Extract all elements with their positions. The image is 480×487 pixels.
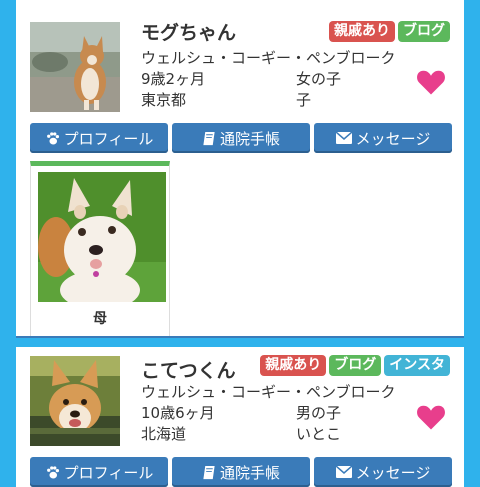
dog-age: 10歳6ヶ月 [141, 404, 215, 422]
clinic-notebook-label: 通院手帳 [219, 463, 280, 482]
book-icon [203, 465, 215, 479]
dog-relation: 子 [296, 91, 312, 109]
dog-card: こてつくん 親戚あり ブログ インスタ ウェルシュ・コーギー・ペンブローク 10… [16, 347, 464, 487]
message-label: メッセージ [355, 463, 431, 482]
dog-info: ウェルシュ・コーギー・ペンブローク 9歳2ヶ月 女の子 東京都 子 [141, 48, 396, 111]
book-icon [203, 131, 215, 145]
dog-card: モグちゃん 親戚あり ブログ ウェルシュ・コーギー・ペンブローク 9歳2ヶ月 女… [16, 0, 464, 338]
dog-gender: 男の子 [296, 404, 342, 422]
paw-icon [46, 131, 59, 144]
message-button[interactable]: メッセージ [314, 457, 452, 487]
dog-photo[interactable] [30, 356, 120, 446]
family-relation-label: 母 [93, 311, 107, 327]
profile-button[interactable]: プロフィール [30, 123, 168, 153]
divider [16, 336, 464, 338]
dog-name[interactable]: モグちゃん [141, 18, 236, 45]
dog-location: 東京都 [141, 91, 187, 109]
envelope-icon [335, 466, 352, 478]
clinic-notebook-button[interactable]: 通院手帳 [172, 123, 310, 153]
message-button[interactable]: メッセージ [314, 123, 452, 153]
blog-badge[interactable]: ブログ [398, 21, 450, 42]
profile-label: プロフィール [63, 129, 154, 148]
clinic-notebook-label: 通院手帳 [219, 129, 280, 148]
dog-name[interactable]: こてつくん [141, 356, 236, 383]
action-buttons: プロフィール 通院手帳 メッセージ [30, 457, 452, 487]
dog-breed: ウェルシュ・コーギー・ペンブローク [141, 383, 396, 401]
relatives-badge[interactable]: 親戚あり [260, 355, 327, 376]
heart-icon[interactable] [416, 403, 446, 433]
dog-location: 北海道 [141, 425, 187, 443]
dog-photo[interactable] [30, 22, 120, 112]
dog-relation: いとこ [296, 425, 342, 443]
badge-group: 親戚あり ブログ [329, 21, 450, 42]
badge-group: 親戚あり ブログ インスタ [260, 355, 450, 376]
family-member-photo[interactable] [38, 172, 166, 302]
instagram-badge[interactable]: インスタ [384, 355, 450, 376]
dog-breed: ウェルシュ・コーギー・ペンブローク [141, 49, 396, 67]
clinic-notebook-button[interactable]: 通院手帳 [172, 457, 310, 487]
dog-age: 9歳2ヶ月 [141, 70, 206, 88]
blog-badge[interactable]: ブログ [329, 355, 382, 376]
family-member-card[interactable]: 母 [30, 161, 170, 338]
profile-label: プロフィール [63, 463, 154, 482]
paw-icon [46, 465, 59, 478]
profile-button[interactable]: プロフィール [30, 457, 168, 487]
dog-info: ウェルシュ・コーギー・ペンブローク 10歳6ヶ月 男の子 北海道 いとこ [141, 382, 396, 445]
envelope-icon [335, 132, 352, 144]
relatives-badge[interactable]: 親戚あり [329, 21, 395, 42]
message-label: メッセージ [355, 129, 431, 148]
dog-gender: 女の子 [296, 70, 342, 88]
action-buttons: プロフィール 通院手帳 メッセージ [30, 123, 452, 153]
heart-icon[interactable] [416, 68, 446, 98]
